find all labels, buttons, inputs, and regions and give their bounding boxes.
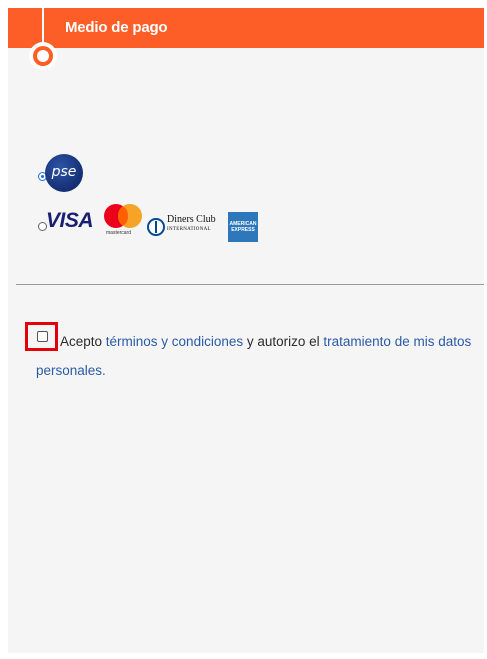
diners-club-logo: Diners Club INTERNATIONAL	[167, 215, 216, 235]
pse-logo[interactable]: pse	[45, 154, 83, 192]
terms-text-prefix: Acepto	[60, 334, 106, 349]
diners-club-icon	[147, 218, 165, 236]
amex-text: AMERICAN EXPRESS	[229, 221, 257, 233]
amex-logo: AMERICAN EXPRESS	[228, 212, 258, 242]
section-title: Medio de pago	[65, 19, 168, 36]
header-accent-line	[42, 8, 44, 50]
diners-club-subtitle: INTERNATIONAL	[167, 227, 211, 232]
header-circle-inner	[37, 50, 49, 62]
terms-conditions-link[interactable]: términos y condiciones	[106, 334, 243, 349]
mastercard-text: mastercard	[106, 230, 132, 236]
pse-logo-text: pse	[51, 164, 77, 180]
section-divider	[16, 284, 484, 285]
mastercard-overlap	[118, 207, 128, 225]
terms-text: Acepto términos y condiciones y autorizo…	[36, 327, 476, 385]
diners-club-name: Diners Club	[167, 214, 216, 225]
section-header: Medio de pago	[8, 8, 484, 48]
terms-text-middle: y autorizo el	[243, 334, 324, 349]
visa-logo: VISA	[46, 209, 94, 232]
mastercard-logo: mastercard	[104, 204, 144, 244]
